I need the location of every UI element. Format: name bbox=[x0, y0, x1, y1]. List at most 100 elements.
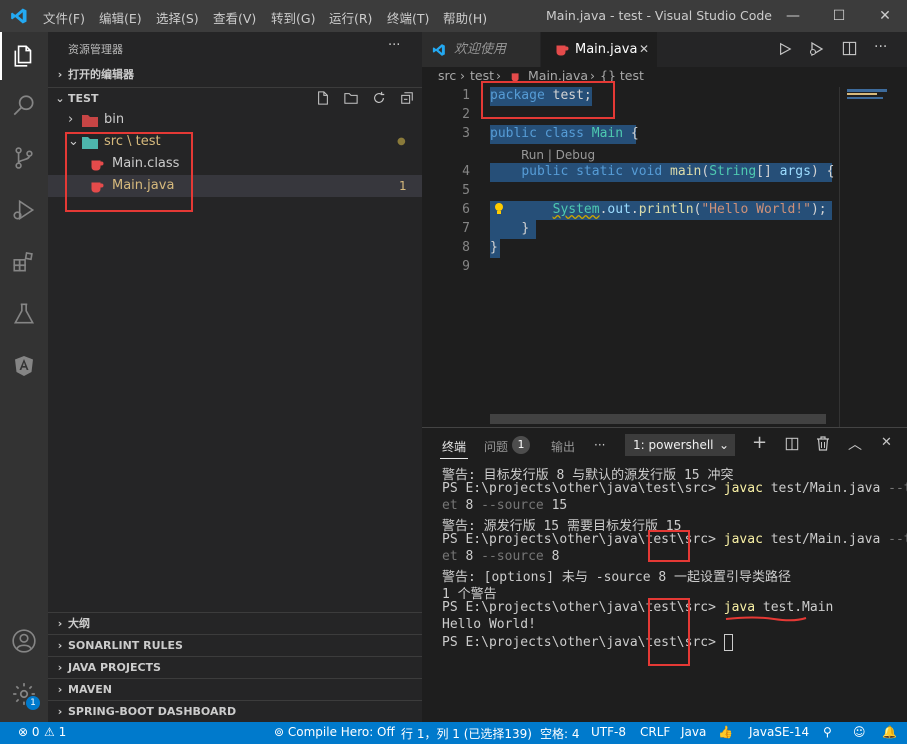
tab-output[interactable]: 输出 bbox=[551, 438, 575, 455]
explorer-icon[interactable] bbox=[0, 32, 48, 80]
modified-dot: ● bbox=[397, 136, 406, 147]
terminal-select[interactable]: 1: powershell ⌄ bbox=[625, 434, 735, 456]
angular-icon[interactable] bbox=[0, 342, 48, 390]
debug-run-icon[interactable] bbox=[808, 41, 824, 57]
section-outline[interactable]: › 大纲 bbox=[48, 612, 422, 635]
code-editor[interactable]: 1 2 3 4 5 6 7 8 9 package test; public c… bbox=[422, 81, 907, 427]
terminal-line: PS E:\projects\other\java\test\src> java… bbox=[442, 600, 834, 615]
new-folder-icon[interactable] bbox=[344, 91, 358, 105]
feedback-icon[interactable]: ☺ bbox=[853, 725, 866, 739]
tab-terminal[interactable]: 终端 bbox=[442, 438, 466, 455]
vscode-logo-icon bbox=[11, 8, 27, 24]
minimap[interactable] bbox=[847, 87, 893, 101]
new-file-icon[interactable] bbox=[316, 91, 330, 105]
cursor-position[interactable]: 行 1，列 1 (已选择139) bbox=[401, 725, 532, 742]
terminal-line: et 8 --source 15 bbox=[442, 498, 568, 513]
testing-icon[interactable] bbox=[0, 290, 48, 338]
tree-item-bin[interactable]: › bin bbox=[48, 109, 422, 131]
tab-welcome[interactable]: 欢迎使用 bbox=[422, 32, 540, 67]
section-java-projects[interactable]: › JAVA PROJECTS bbox=[48, 656, 422, 679]
split-terminal-icon[interactable] bbox=[785, 437, 799, 451]
menu-view[interactable]: 查看(V) bbox=[213, 8, 256, 27]
close-tab-icon[interactable]: ✕ bbox=[639, 32, 649, 67]
refresh-icon[interactable] bbox=[372, 91, 386, 105]
settings-gear-icon[interactable] bbox=[0, 670, 48, 718]
run-debug-icon[interactable] bbox=[0, 186, 48, 234]
line-number: 5 bbox=[462, 183, 470, 198]
tab-problems[interactable]: 问题 bbox=[484, 438, 508, 455]
collapse-all-icon[interactable] bbox=[400, 91, 414, 105]
close-panel-icon[interactable]: ✕ bbox=[881, 435, 892, 450]
terminal-line: Hello World! bbox=[442, 617, 536, 632]
menu-run[interactable]: 运行(R) bbox=[329, 8, 372, 27]
search-icon[interactable] bbox=[0, 82, 48, 130]
live-share-icon[interactable]: ⚲ bbox=[823, 725, 832, 739]
line-number: 6 bbox=[462, 202, 470, 217]
chevron-right-icon: › bbox=[57, 617, 63, 630]
menu-file[interactable]: 文件(F) bbox=[43, 8, 85, 27]
settings-badge: 1 bbox=[26, 696, 40, 710]
code-line-7: } bbox=[521, 221, 530, 236]
language-status[interactable]: Java bbox=[681, 725, 706, 739]
status-bar: ⊗ 0 ⚠ 1 ⊚ Compile Hero: Off 行 1，列 1 (已选择… bbox=[0, 722, 907, 744]
chevron-right-icon: › bbox=[57, 705, 63, 718]
folder-icon bbox=[82, 115, 98, 127]
horizontal-scrollbar[interactable] bbox=[490, 414, 826, 424]
maximize-button[interactable]: ☐ bbox=[826, 4, 852, 28]
close-window-button[interactable]: ✕ bbox=[872, 4, 898, 28]
warning-icon: ⚠ bbox=[44, 725, 55, 739]
title-bar: 文件(F) 编辑(E) 选择(S) 查看(V) 转到(G) 运行(R) 终端(T… bbox=[0, 0, 907, 32]
extensions-icon[interactable] bbox=[0, 238, 48, 286]
section-open-editors[interactable]: › 打开的编辑器 bbox=[48, 64, 422, 86]
chevron-right-icon: › bbox=[68, 112, 74, 127]
annotation-box-src bbox=[648, 530, 690, 562]
editor-tab-bar: 欢迎使用 Main.java ✕ ··· bbox=[422, 32, 907, 67]
section-sonarlint-rules[interactable]: › SONARLINT RULES bbox=[48, 634, 422, 657]
code-line-3: public class Main { bbox=[490, 126, 639, 141]
panel-more-button[interactable]: ··· bbox=[594, 438, 605, 452]
error-icon: ⊗ bbox=[18, 725, 29, 739]
new-terminal-icon[interactable]: + bbox=[752, 432, 767, 453]
encoding-status[interactable]: UTF-8 bbox=[591, 725, 626, 739]
split-editor-icon[interactable] bbox=[842, 41, 857, 56]
chevron-right-icon: › bbox=[460, 68, 465, 83]
minimize-button[interactable]: — bbox=[780, 4, 806, 28]
chevron-down-icon: ⌄ bbox=[719, 438, 730, 452]
eol-status[interactable]: CRLF bbox=[640, 725, 670, 739]
tab-main-java[interactable]: Main.java ✕ bbox=[541, 32, 657, 67]
menu-help[interactable]: 帮助(H) bbox=[443, 8, 487, 27]
activity-bar: 1 bbox=[0, 32, 48, 722]
errors-status[interactable]: ⊗ 0 bbox=[18, 725, 40, 739]
breadcrumb-src[interactable]: src bbox=[438, 68, 456, 83]
account-icon[interactable] bbox=[0, 617, 48, 665]
menu-go[interactable]: 转到(G) bbox=[271, 8, 315, 27]
line-number: 1 bbox=[462, 88, 470, 103]
codelens-run-debug[interactable]: Run | Debug bbox=[521, 148, 595, 162]
compile-hero-icon: ⊚ bbox=[274, 725, 285, 739]
terminal-panel: 终端 问题 1 输出 ··· 1: powershell ⌄ + ︿ ✕ 警告:… bbox=[422, 427, 907, 723]
notifications-bell-icon[interactable]: 🔔 bbox=[882, 725, 897, 739]
menu-edit[interactable]: 编辑(E) bbox=[99, 8, 142, 27]
warnings-status[interactable]: ⚠ 1 bbox=[44, 725, 66, 739]
vscode-logo-icon bbox=[432, 44, 445, 56]
compile-hero-status[interactable]: ⊚ Compile Hero: Off bbox=[274, 725, 395, 739]
terminal-cursor bbox=[723, 634, 733, 651]
code-line-8: } bbox=[490, 240, 498, 255]
indentation-status[interactable]: 空格: 4 bbox=[540, 725, 580, 742]
maximize-panel-icon[interactable]: ︿ bbox=[848, 434, 862, 454]
chevron-right-icon: › bbox=[57, 661, 63, 674]
editor-more-button[interactable]: ··· bbox=[874, 39, 887, 55]
source-control-icon[interactable] bbox=[0, 134, 48, 182]
thumbs-up-icon[interactable]: 👍 bbox=[718, 725, 733, 739]
sidebar-more-button[interactable]: ··· bbox=[388, 38, 400, 53]
trash-icon[interactable] bbox=[816, 436, 830, 451]
menu-terminal[interactable]: 终端(T) bbox=[387, 8, 429, 27]
code-line-6: System.out.println("Hello World!"); bbox=[552, 202, 827, 217]
jdk-status[interactable]: JavaSE-14 bbox=[749, 725, 809, 739]
section-spring-boot-dashboard[interactable]: › SPRING-BOOT DASHBOARD bbox=[48, 700, 422, 723]
section-workspace[interactable]: ⌄ TEST bbox=[48, 87, 422, 110]
section-maven[interactable]: › MAVEN bbox=[48, 678, 422, 701]
run-icon[interactable] bbox=[778, 42, 792, 56]
chevron-down-icon: ⌄ bbox=[55, 92, 65, 105]
menu-selection[interactable]: 选择(S) bbox=[156, 8, 199, 27]
